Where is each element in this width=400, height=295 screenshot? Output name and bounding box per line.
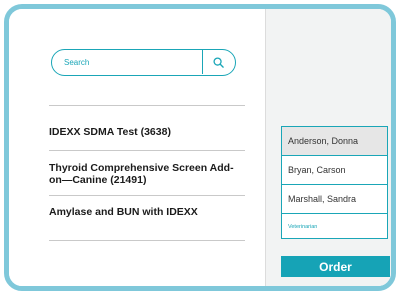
test-item[interactable]: Thyroid Comprehensive Screen Add-on—Cani… (49, 150, 245, 195)
veterinarian-picker: Anderson, Donna Bryan, Carson Marshall, … (281, 126, 388, 239)
veterinarian-option[interactable]: Bryan, Carson (282, 156, 387, 185)
test-item[interactable]: Amylase and BUN with IDEXX (49, 195, 245, 240)
veterinarian-option[interactable]: Anderson, Donna (282, 127, 387, 156)
app-frame: IDEXX SDMA Test (3638) Thyroid Comprehen… (4, 4, 396, 291)
list-divider (49, 240, 245, 242)
veterinarian-option[interactable]: Marshall, Sandra (282, 185, 387, 214)
search-button[interactable] (203, 50, 234, 74)
test-list: IDEXX SDMA Test (3638) Thyroid Comprehen… (49, 105, 245, 242)
test-search-pane: IDEXX SDMA Test (3638) Thyroid Comprehen… (9, 9, 265, 286)
search-input[interactable] (52, 50, 214, 74)
search-box (51, 49, 236, 76)
order-button[interactable]: Order (281, 256, 390, 277)
veterinarian-field-label: Veterinarian (288, 223, 318, 230)
order-pane: Anderson, Donna Bryan, Carson Marshall, … (265, 9, 391, 286)
test-item[interactable]: IDEXX SDMA Test (3638) (49, 105, 245, 150)
magnifier-icon (213, 56, 224, 68)
